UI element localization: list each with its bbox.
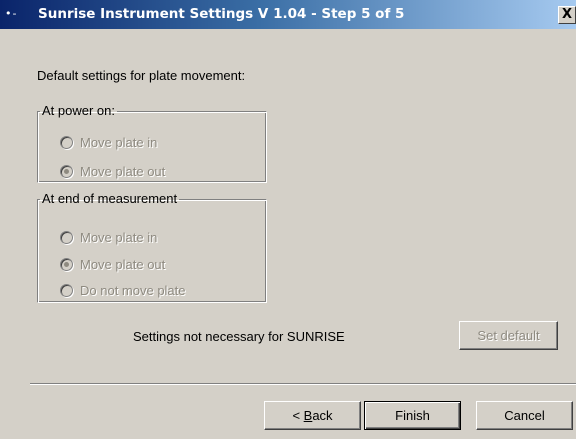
radio-end-do-not-move[interactable]: Do not move plate (60, 282, 186, 298)
radio-label: Move plate in (80, 229, 158, 245)
back-button[interactable]: < Back (264, 401, 361, 430)
finish-button[interactable]: Finish (364, 401, 461, 430)
set-default-button[interactable]: Set default (459, 321, 558, 350)
back-prefix: < (292, 408, 304, 423)
power-on-group: At power on: Move plate in Move plate ou… (37, 104, 267, 183)
close-button[interactable]: X (558, 6, 576, 24)
app-system-menu-icon[interactable]: •- (5, 8, 31, 19)
end-of-measurement-legend: At end of measurement (42, 191, 178, 206)
radio-label: Move plate out (80, 163, 166, 179)
radio-label: Move plate out (80, 256, 166, 272)
intro-label: Default settings for plate movement: (37, 68, 246, 83)
power-on-legend: At power on: (42, 103, 115, 118)
close-icon: X (561, 7, 573, 22)
window-title: Sunrise Instrument Settings V 1.04 - Ste… (38, 6, 405, 22)
separator (30, 383, 576, 385)
end-of-measurement-group: At end of measurement Move plate in Move… (37, 192, 267, 303)
radio-button-icon (60, 230, 73, 244)
radio-button-checked-icon (60, 164, 73, 178)
radio-power-on-move-out[interactable]: Move plate out (60, 163, 165, 179)
title-bar[interactable]: •- Sunrise Instrument Settings V 1.04 - … (0, 0, 576, 29)
back-label-rest: ack (312, 408, 333, 423)
radio-button-icon (60, 283, 73, 297)
radio-button-icon (60, 135, 73, 149)
cancel-button[interactable]: Cancel (476, 401, 573, 430)
radio-label: Do not move plate (80, 282, 186, 298)
settings-note: Settings not necessary for SUNRISE (133, 329, 345, 344)
radio-end-move-out[interactable]: Move plate out (60, 256, 165, 272)
radio-power-on-move-in[interactable]: Move plate in (60, 134, 157, 150)
radio-end-move-in[interactable]: Move plate in (60, 229, 157, 245)
back-mnemonic: B (303, 408, 313, 423)
radio-label: Move plate in (80, 134, 158, 150)
radio-button-checked-icon (60, 257, 73, 271)
